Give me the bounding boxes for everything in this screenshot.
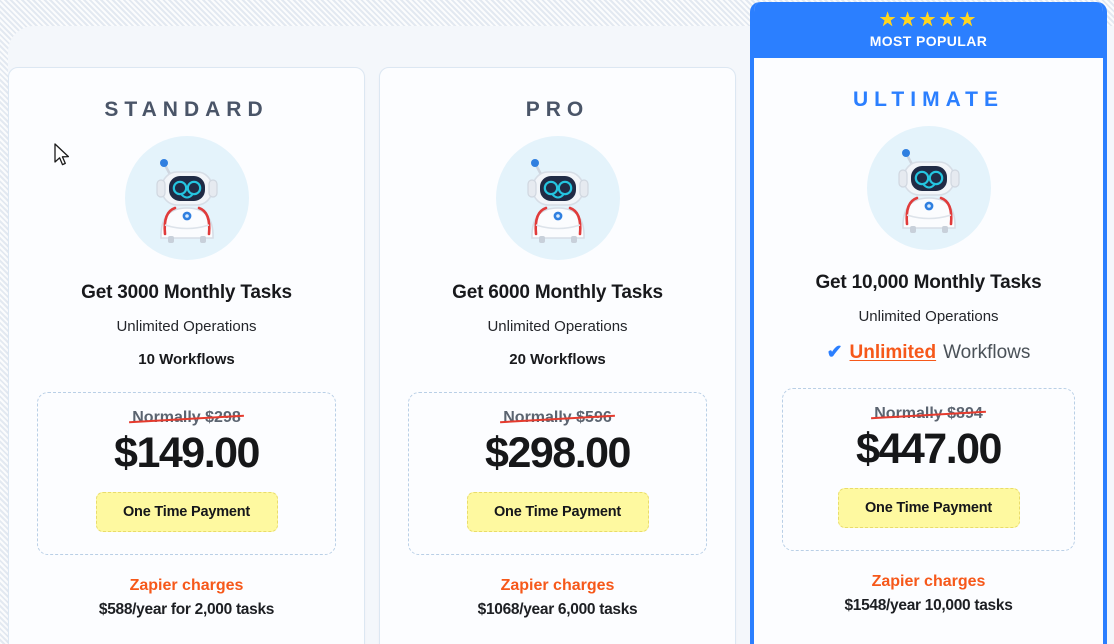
price-box-pro: Normally $596 $298.00 One Time Payment <box>408 392 707 555</box>
robot-mascot-icon <box>495 136 620 260</box>
original-price-standard: Normally $298 <box>132 409 241 426</box>
zapier-charges-detail-ultimate: $1548/year 10,000 tasks <box>844 597 1013 614</box>
zapier-charges-detail-pro: $1068/year 6,000 tasks <box>477 601 638 618</box>
plan-title-ultimate: ULTIMATE <box>852 88 1005 111</box>
card-body-ultimate: ULTIMATE Get 10,000 Monthly Tasks Unlimi… <box>754 58 1103 615</box>
feature-operations-ultimate: Unlimited Operations <box>858 308 999 325</box>
feature-workflows-pro: 20 Workflows <box>509 351 606 368</box>
feature-operations-standard: Unlimited Operations <box>116 318 257 335</box>
plan-title-pro: PRO <box>525 98 590 121</box>
pricing-cards-container: STANDARD Get 3000 Monthly Tasks Unlimite… <box>0 0 1114 644</box>
zapier-charges-title-pro: Zapier charges <box>500 577 615 594</box>
sale-price-standard: $149.00 <box>114 429 260 477</box>
plan-title-standard: STANDARD <box>104 98 269 121</box>
feature-workflows-ultimate: ✔ Unlimited Workflows <box>772 341 1085 364</box>
zapier-charges-detail-standard: $588/year for 2,000 tasks <box>98 601 275 618</box>
workflows-unlimited-highlight: Unlimited <box>849 341 937 363</box>
star-rating-icon: ★★★★★ <box>878 9 979 31</box>
robot-mascot-icon <box>866 126 991 250</box>
checkmark-icon: ✔ <box>826 342 843 363</box>
price-box-ultimate: Normally $894 $447.00 One Time Payment <box>782 388 1075 551</box>
original-price-pro: Normally $596 <box>503 409 612 426</box>
pricing-card-standard[interactable]: STANDARD Get 3000 Monthly Tasks Unlimite… <box>8 67 365 644</box>
original-price-ultimate: Normally $894 <box>874 405 983 422</box>
most-popular-label: MOST POPULAR <box>869 33 988 49</box>
feature-workflows-standard: 10 Workflows <box>138 351 235 368</box>
card-body-standard: STANDARD Get 3000 Monthly Tasks Unlimite… <box>9 68 364 619</box>
one-time-payment-button-pro[interactable]: One Time Payment <box>466 492 649 532</box>
most-popular-ribbon: ★★★★★ MOST POPULAR <box>754 2 1103 58</box>
pricing-card-ultimate[interactable]: ★★★★★ MOST POPULAR ULTIMATE Get 10,000 M… <box>750 2 1107 644</box>
zapier-charges-title-ultimate: Zapier charges <box>871 573 986 590</box>
workflows-label: Workflows <box>943 341 1031 363</box>
price-box-standard: Normally $298 $149.00 One Time Payment <box>37 392 336 555</box>
one-time-payment-button-standard[interactable]: One Time Payment <box>95 492 278 532</box>
card-body-pro: PRO Get 6000 Monthly Tasks Unlimited Ope… <box>380 68 735 619</box>
feature-tasks-pro: Get 6000 Monthly Tasks <box>452 282 663 303</box>
sale-price-ultimate: $447.00 <box>856 425 1002 473</box>
feature-tasks-ultimate: Get 10,000 Monthly Tasks <box>815 272 1042 293</box>
feature-tasks-standard: Get 3000 Monthly Tasks <box>81 282 292 303</box>
robot-mascot-icon <box>124 136 249 260</box>
one-time-payment-button-ultimate[interactable]: One Time Payment <box>837 488 1020 528</box>
sale-price-pro: $298.00 <box>485 429 631 477</box>
feature-operations-pro: Unlimited Operations <box>487 318 628 335</box>
pricing-card-pro[interactable]: PRO Get 6000 Monthly Tasks Unlimited Ope… <box>379 67 736 644</box>
zapier-charges-title-standard: Zapier charges <box>129 577 244 594</box>
